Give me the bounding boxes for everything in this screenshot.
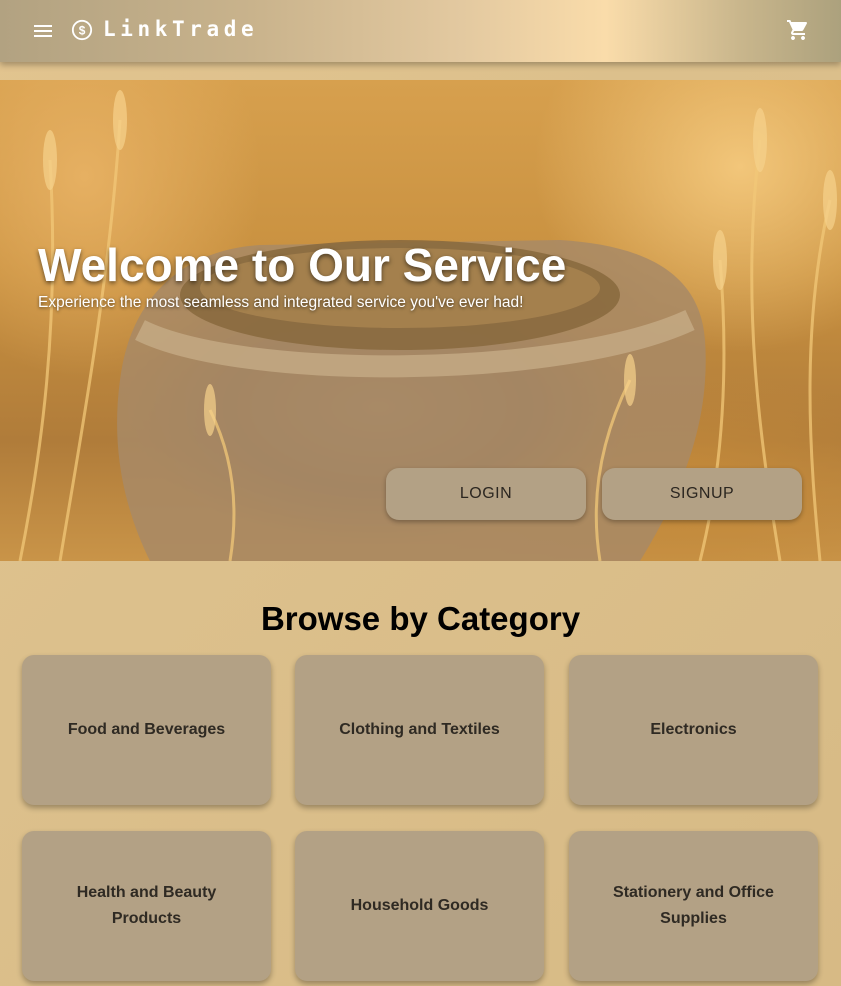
category-card-food-and-beverages[interactable]: Food and Beverages (22, 655, 271, 805)
category-card-health-and-beauty[interactable]: Health and Beauty Products (22, 831, 271, 981)
menu-icon-line (34, 30, 52, 32)
hero-title: Welcome to Our Service (38, 239, 567, 291)
category-card-clothing-and-textiles[interactable]: Clothing and Textiles (295, 655, 544, 805)
dollar-coin-icon: $ (71, 19, 93, 41)
category-card-electronics[interactable]: Electronics (569, 655, 818, 805)
svg-text:$: $ (79, 24, 86, 38)
category-card-stationery-and-office[interactable]: Stationery and Office Supplies (569, 831, 818, 981)
hero-banner: Welcome to Our Service Experience the mo… (0, 80, 841, 561)
menu-icon-line (34, 35, 52, 37)
menu-icon-line (34, 25, 52, 27)
menu-icon[interactable] (34, 20, 56, 42)
brand-name[interactable]: LinkTrade (103, 17, 258, 41)
login-button[interactable]: LOGIN (386, 468, 586, 520)
app-bar: $ LinkTrade (0, 0, 841, 62)
category-card-household-goods[interactable]: Household Goods (295, 831, 544, 981)
hero-subtitle: Experience the most seamless and integra… (38, 294, 524, 311)
signup-button[interactable]: SIGNUP (602, 468, 802, 520)
category-section-title: Browse by Category (260, 600, 581, 637)
shopping-cart-icon[interactable] (786, 18, 810, 42)
